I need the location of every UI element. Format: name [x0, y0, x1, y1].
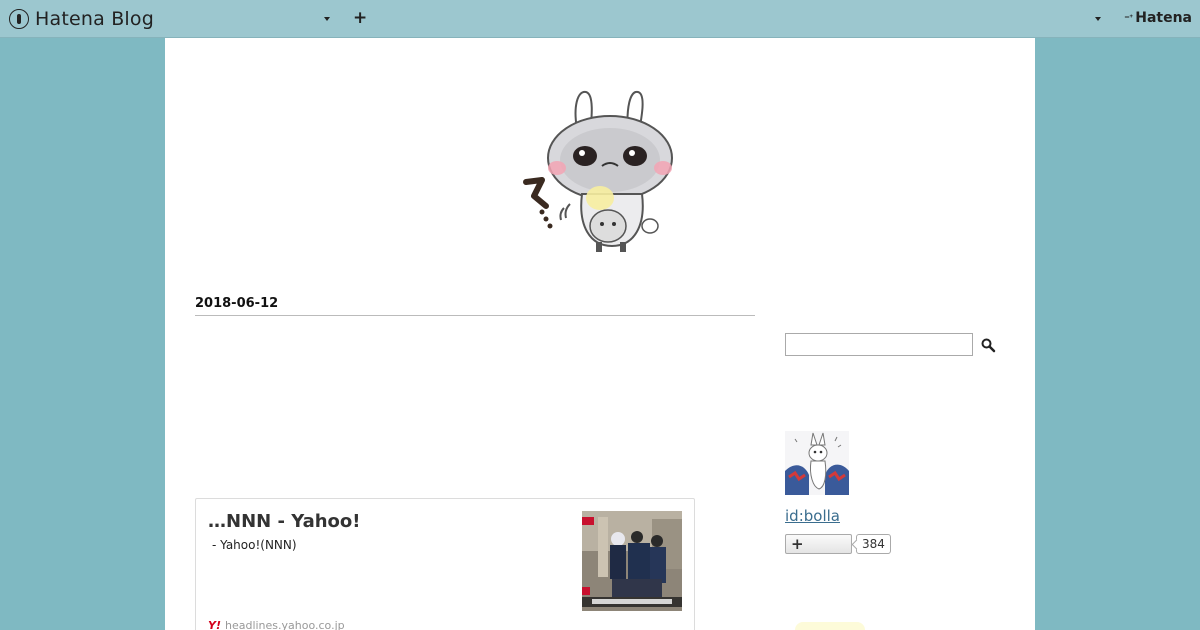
subscribe-button[interactable]: + — [785, 534, 852, 554]
profile-avatar[interactable] — [785, 431, 849, 495]
embed-thumbnail[interactable] — [582, 511, 682, 611]
embed-site-domain: headlines.yahoo.co.jp — [224, 619, 345, 630]
add-entry-button[interactable]: + — [353, 9, 367, 27]
hatena-logo-text: Hatena — [1135, 10, 1192, 26]
bunny-illustration-icon — [523, 90, 673, 252]
embed-site[interactable]: Y! headlines.yahoo.co.jp — [208, 619, 345, 630]
news-photo-icon — [582, 511, 682, 611]
blog-menu-chevron-down-icon[interactable] — [324, 17, 330, 21]
blog-container: 2018-06-12 …NNN - Yahoo! - Yahoo!(NNN) Y… — [165, 38, 1035, 630]
embedded-link-card[interactable]: …NNN - Yahoo! - Yahoo!(NNN) Y! headlines… — [195, 498, 695, 630]
bunny-avatar-icon — [785, 431, 849, 495]
search-icon — [981, 338, 996, 353]
search-button[interactable] — [980, 337, 996, 353]
embed-description: - Yahoo!(NNN) — [212, 538, 297, 552]
hatena-blog-pen-icon — [9, 9, 29, 29]
hatena-global-header: Hatena Blog + ⁼ᐩ Hatena — [0, 0, 1200, 38]
yahoo-favicon-icon: Y! — [208, 619, 221, 630]
blog-header-image[interactable] — [520, 86, 680, 256]
sidebar-module-decoration — [795, 622, 865, 630]
subscriber-count-badge[interactable]: 384 — [856, 534, 891, 554]
brand-text: Hatena Blog — [35, 8, 154, 30]
hatena-blog-logo[interactable]: Hatena Blog — [9, 6, 154, 32]
embed-title[interactable]: …NNN - Yahoo! — [208, 511, 360, 532]
hatena-wing-icon: ⁼ᐩ — [1124, 11, 1133, 25]
user-menu-chevron-down-icon[interactable] — [1095, 17, 1101, 21]
sidebar-search-input[interactable] — [785, 333, 973, 356]
hatena-logo[interactable]: ⁼ᐩ Hatena — [1124, 10, 1192, 26]
subscribe-plus-icon: + — [791, 535, 804, 553]
entry-date[interactable]: 2018-06-12 — [195, 296, 755, 316]
profile-id-link[interactable]: id:bolla — [785, 507, 840, 525]
